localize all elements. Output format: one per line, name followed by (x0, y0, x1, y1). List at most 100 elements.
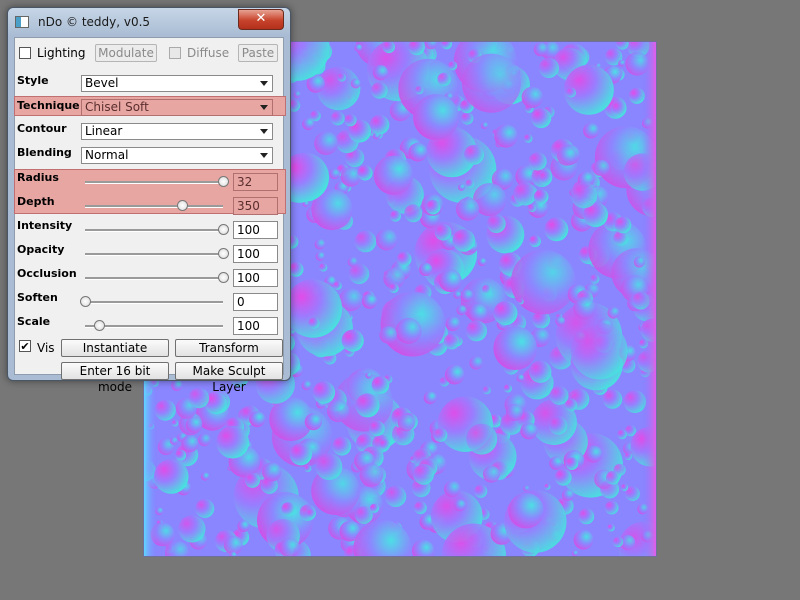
texture-bump (555, 316, 566, 327)
texture-bump (395, 317, 422, 344)
texture-bump (423, 391, 437, 405)
radius-slider-thumb[interactable] (218, 176, 229, 187)
texture-bump (474, 484, 488, 498)
texture-bump (527, 204, 537, 213)
vis-checkbox[interactable]: ✔ (19, 340, 31, 352)
texture-bump (310, 110, 321, 122)
texture-bump (237, 520, 250, 532)
texture-bump (590, 274, 600, 284)
texture-bump (538, 57, 559, 78)
texture-bump (433, 428, 448, 442)
diffuse-checkbox[interactable] (169, 47, 181, 59)
contour-dropdown[interactable]: Linear (81, 123, 273, 140)
close-button[interactable]: ✕ (238, 9, 284, 30)
texture-bump (195, 499, 215, 518)
texture-bump (308, 317, 320, 329)
depth-value-field[interactable]: 350 (233, 197, 278, 215)
radius-slider[interactable] (85, 176, 229, 187)
texture-bump (538, 170, 553, 185)
texture-bump (521, 86, 543, 108)
texture-bump (605, 471, 620, 485)
lighting-checkbox[interactable] (19, 47, 31, 59)
texture-bump (566, 87, 577, 98)
depth-slider-thumb[interactable] (176, 200, 188, 211)
make-sculpt-layer-button[interactable]: Make Sculpt Layer (175, 362, 283, 394)
scale-slider[interactable] (85, 320, 223, 331)
texture-bump (306, 508, 316, 519)
intensity-slider[interactable] (85, 224, 229, 235)
diffuse-label: Diffuse (187, 46, 230, 60)
occlusion-slider[interactable] (85, 272, 229, 283)
depth-slider[interactable] (85, 200, 223, 211)
texture-bump (602, 389, 623, 409)
texture-bump (414, 501, 427, 515)
style-value: Bevel (85, 76, 119, 90)
texture-bump (448, 61, 458, 71)
soften-slider-thumb[interactable] (80, 296, 91, 307)
style-dropdown[interactable]: Bevel (81, 75, 273, 92)
blending-row: Blending Normal (15, 142, 283, 166)
texture-bump (413, 94, 459, 141)
texture-bump (604, 500, 619, 515)
texture-bump (618, 59, 625, 67)
blending-label: Blending (17, 146, 72, 159)
texture-bump (529, 235, 541, 248)
texture-bump (529, 360, 552, 383)
texture-bump (304, 464, 312, 472)
technique-dropdown[interactable]: Chisel Soft (81, 99, 273, 116)
opacity-value-field[interactable]: 100 (233, 245, 278, 263)
texture-bump (244, 472, 261, 488)
texture-bump (415, 85, 424, 95)
texture-bump (444, 364, 465, 385)
top-options-row: Lighting Modulate Diffuse Paste (15, 44, 283, 62)
texture-bump (329, 168, 340, 180)
technique-label: Technique (17, 99, 80, 112)
soften-value-field[interactable]: 0 (233, 293, 278, 311)
texture-bump (385, 485, 407, 507)
instantiate-button[interactable]: Instantiate (61, 339, 169, 357)
texture-bump (216, 425, 249, 459)
texture-bump (533, 189, 549, 204)
opacity-slider[interactable] (85, 248, 229, 259)
texture-bump (505, 404, 523, 421)
texture-bump (340, 166, 361, 187)
paste-button[interactable]: Paste (238, 44, 278, 62)
modulate-button[interactable]: Modulate (95, 44, 157, 62)
texture-bump (510, 249, 576, 315)
texture-bump (585, 445, 603, 463)
occlusion-slider-thumb[interactable] (218, 272, 229, 283)
texture-bump (607, 306, 620, 319)
texture-bump (493, 301, 518, 326)
intensity-value-field[interactable]: 100 (233, 221, 278, 239)
scale-slider-thumb[interactable] (93, 320, 105, 331)
texture-bump (262, 462, 282, 482)
texture-bump (578, 508, 595, 525)
blending-dropdown[interactable]: Normal (81, 147, 273, 164)
occlusion-slider-row: Occlusion 100 (15, 266, 283, 290)
texture-bump (434, 223, 452, 241)
texture-bump (419, 262, 433, 276)
transform-button[interactable]: Transform (175, 339, 283, 357)
intensity-slider-thumb[interactable] (218, 224, 229, 235)
scale-value-field[interactable]: 100 (233, 317, 278, 335)
title-bar[interactable]: nDo © teddy, v0.5 ✕ (8, 8, 290, 36)
window-title: nDo © teddy, v0.5 (38, 15, 151, 29)
texture-bump (284, 279, 343, 338)
enter-16-bit-mode-button[interactable]: Enter 16 bit mode (61, 362, 169, 394)
close-icon: ✕ (255, 11, 267, 26)
opacity-label: Opacity (17, 243, 65, 256)
bottom-row-1: ✔ Vis Instantiate Transform (15, 338, 283, 358)
texture-bump (369, 420, 385, 437)
opacity-slider-thumb[interactable] (218, 248, 229, 259)
occlusion-value-field[interactable]: 100 (233, 269, 278, 287)
soften-slider[interactable] (80, 296, 223, 307)
texture-bump (467, 303, 488, 323)
texture-bump (613, 231, 628, 246)
texture-bump (607, 524, 615, 532)
texture-bump (178, 515, 206, 543)
texture-bump (408, 142, 428, 162)
radius-value-field[interactable]: 32 (233, 173, 278, 191)
texture-bump (445, 316, 461, 332)
texture-bump (482, 386, 491, 395)
dropdown-arrow-icon (260, 105, 268, 110)
